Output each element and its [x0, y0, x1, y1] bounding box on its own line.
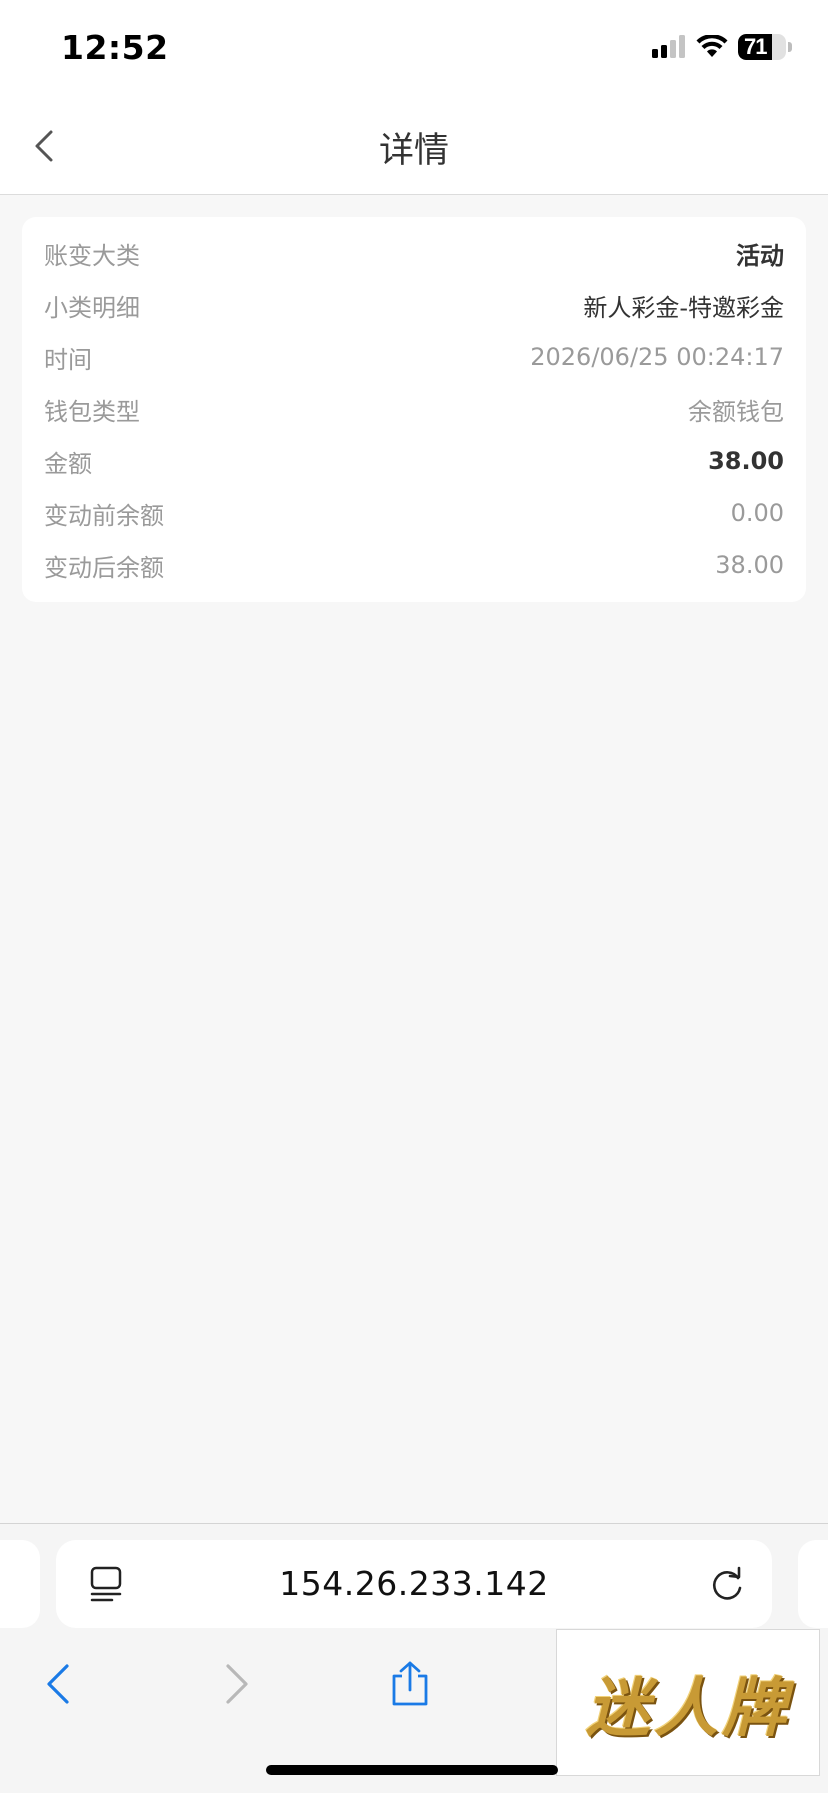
reload-button[interactable] [708, 1564, 746, 1608]
home-indicator [266, 1765, 558, 1775]
arrow-back-icon [47, 1664, 69, 1704]
detail-value: 38.00 [708, 447, 784, 475]
detail-row-wallet-type: 钱包类型 余额钱包 [44, 389, 784, 429]
detail-row-amount: 金额 38.00 [44, 441, 784, 481]
status-icons: 71 [652, 34, 792, 60]
battery-percent: 71 [744, 34, 768, 59]
detail-row-balance-before: 变动前余额 0.00 [44, 493, 784, 533]
detail-label: 变动前余额 [44, 501, 164, 530]
address-bar[interactable]: 154.26.233.142 [56, 1540, 772, 1628]
next-tab-preview[interactable] [798, 1540, 828, 1628]
detail-row-balance-after: 变动后余额 38.00 [44, 545, 784, 585]
detail-label: 钱包类型 [44, 397, 140, 426]
battery-icon: 71 [738, 34, 792, 60]
detail-row-time: 时间 2026/06/25 00:24:17 [44, 337, 784, 377]
detail-card: 账变大类 活动 小类明细 新人彩金-特邀彩金 时间 2026/06/25 00:… [22, 217, 806, 602]
watermark-logo: 迷人牌 [556, 1629, 820, 1776]
detail-label: 金额 [44, 449, 92, 478]
detail-row-category: 账变大类 活动 [44, 233, 784, 273]
detail-value: 2026/06/25 00:24:17 [530, 343, 784, 371]
battery-cap [788, 42, 792, 52]
status-bar: 12:52 71 [0, 0, 828, 100]
detail-value: 余额钱包 [688, 397, 784, 426]
share-button[interactable] [380, 1654, 440, 1714]
reload-icon [712, 1566, 742, 1600]
detail-value: 活动 [736, 241, 784, 270]
arrow-forward-icon [226, 1664, 248, 1704]
status-time: 12:52 [61, 28, 169, 67]
share-icon [392, 1661, 428, 1706]
watermark-text: 迷人牌 [586, 1671, 790, 1746]
detail-label: 小类明细 [44, 293, 140, 322]
detail-label: 账变大类 [44, 241, 140, 270]
detail-row-subcategory: 小类明细 新人彩金-特邀彩金 [44, 285, 784, 325]
detail-label: 时间 [44, 345, 92, 374]
detail-value: 新人彩金-特邀彩金 [583, 293, 784, 322]
wifi-icon [696, 35, 728, 57]
detail-value: 38.00 [715, 551, 784, 579]
detail-label: 变动后余额 [44, 553, 164, 582]
url-text: 154.26.233.142 [279, 1564, 549, 1603]
nav-bar: 详情 [0, 100, 828, 195]
previous-tab-preview[interactable] [0, 1540, 40, 1628]
battery-body: 71 [738, 34, 786, 60]
browser-forward-button[interactable] [207, 1654, 267, 1714]
page-title: 详情 [378, 131, 449, 171]
detail-value: 0.00 [730, 499, 784, 527]
cellular-signal-icon [652, 35, 685, 58]
browser-back-button[interactable] [28, 1654, 88, 1714]
